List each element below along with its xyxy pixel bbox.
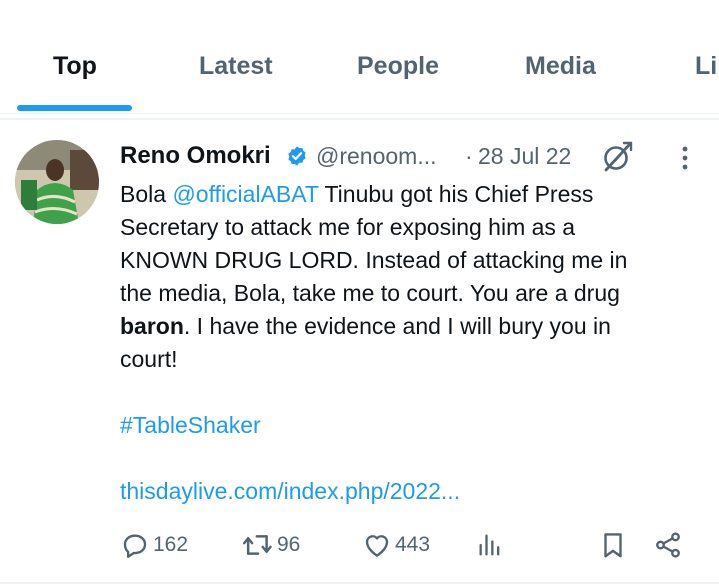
tweet-actions: 162 96 443 <box>120 527 700 563</box>
avatar[interactable] <box>15 140 99 224</box>
repost-count: 96 <box>277 533 301 556</box>
repost-button[interactable]: 96 <box>242 527 300 563</box>
tweet-divider <box>0 582 719 584</box>
share-icon <box>656 532 680 558</box>
section-divider <box>0 118 719 120</box>
avatar-image <box>15 140 99 224</box>
tweet-timestamp[interactable]: 28 Jul 22 <box>478 143 571 170</box>
like-button[interactable]: 443 <box>362 527 430 563</box>
text-segment: Tinubu got his Chief Press <box>318 181 594 207</box>
active-tab-indicator <box>17 105 132 111</box>
tweet-text: Bola @officialABAT Tinubu got his Chief … <box>120 178 710 376</box>
tweet-text-line: Bola @officialABAT Tinubu got his Chief … <box>120 178 710 211</box>
tab-people[interactable]: People <box>357 52 439 88</box>
reply-button[interactable]: 162 <box>120 527 188 563</box>
views-icon <box>479 534 500 556</box>
tweet-text-line: the media, Bola, take me to court. You a… <box>120 280 620 306</box>
repost-icon <box>242 535 272 555</box>
more-options-icon[interactable] <box>680 144 690 172</box>
tweet-text-line: court! <box>120 346 178 372</box>
bookmark-icon <box>604 533 622 558</box>
url-container: thisdaylive.com/index.php/2022... <box>120 475 460 508</box>
tweet-text-line: Secretary to attack me for exposing him … <box>120 214 576 240</box>
external-link[interactable]: thisdaylive.com/index.php/2022... <box>120 478 460 504</box>
reply-icon <box>123 534 147 558</box>
tweet-header: Reno Omokri @renoom... · 28 Jul 22 <box>120 140 710 172</box>
text-segment: Bola <box>120 181 173 207</box>
tab-top[interactable]: Top <box>53 52 97 88</box>
verified-badge-icon <box>288 146 306 166</box>
tweet-text-line: baron. I have the evidence and I will bu… <box>120 310 710 343</box>
tweet-text-line: KNOWN DRUG LORD. Instead of attacking me… <box>120 247 628 273</box>
mention-link[interactable]: @officialABAT <box>172 181 318 207</box>
share-button[interactable] <box>652 527 684 563</box>
hashtag-container: #TableShaker <box>120 409 261 442</box>
tabs-divider <box>0 113 719 114</box>
reply-count: 162 <box>153 533 189 556</box>
grok-icon[interactable] <box>600 140 634 174</box>
views-button[interactable] <box>476 527 504 563</box>
bookmark-button[interactable] <box>598 527 628 563</box>
author-name[interactable]: Reno Omokri <box>120 142 271 170</box>
tab-lists[interactable]: Li <box>695 52 717 88</box>
separator-dot: · <box>465 143 473 169</box>
hashtag-link[interactable]: #TableShaker <box>120 412 261 438</box>
tab-media[interactable]: Media <box>525 52 596 88</box>
like-icon <box>365 535 389 557</box>
like-count: 443 <box>395 533 431 556</box>
text-segment: . I have the evidence and I will bury yo… <box>183 313 611 339</box>
author-handle[interactable]: @renoom... <box>316 143 437 170</box>
tab-latest[interactable]: Latest <box>199 52 273 88</box>
bold-text: baron <box>120 313 184 339</box>
search-tabs: Top Latest People Media Li <box>0 0 719 114</box>
